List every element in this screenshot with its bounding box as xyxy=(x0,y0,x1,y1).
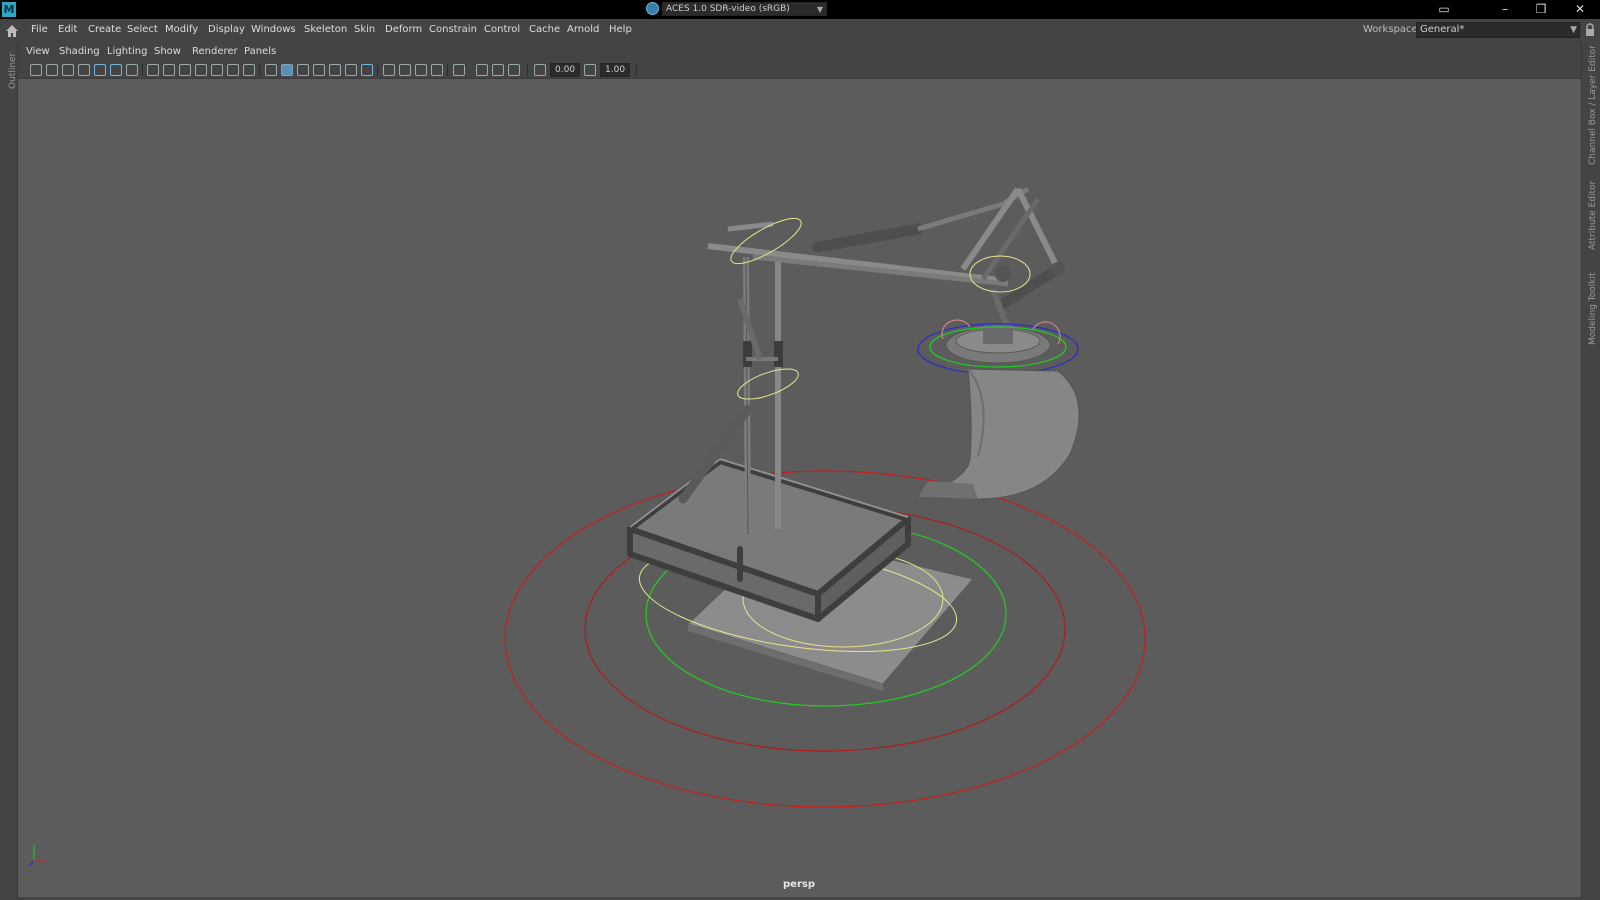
panel-menu-lighting[interactable]: Lighting xyxy=(107,46,147,57)
film-gate-icon[interactable] xyxy=(163,64,175,76)
viewport-scene xyxy=(504,186,1146,808)
color-space-value: ACES 1.0 SDR-video (sRGB) xyxy=(666,4,790,14)
app-logo: M xyxy=(2,2,16,17)
panel-menubar: View Shading Lighting Show Renderer Pane… xyxy=(18,43,1581,61)
menu-display[interactable]: Display xyxy=(208,24,245,35)
gamma-field[interactable]: 1.00 xyxy=(600,63,630,77)
panel-menu-renderer[interactable]: Renderer xyxy=(192,46,238,57)
safe-action-icon[interactable] xyxy=(227,64,239,76)
image-plane-icon[interactable] xyxy=(78,64,90,76)
field-chart-icon[interactable] xyxy=(211,64,223,76)
ambient-occlusion-icon[interactable] xyxy=(361,64,373,76)
smooth-shade-icon[interactable] xyxy=(281,64,293,76)
panel-toolbar: 0.00 1.00 xyxy=(18,61,1581,79)
boom[interactable] xyxy=(707,186,1030,287)
menu-file[interactable]: File xyxy=(31,24,48,35)
camera-attributes-icon[interactable] xyxy=(46,64,58,76)
wireframe-icon[interactable] xyxy=(265,64,277,76)
panel-menu-show[interactable]: Show xyxy=(154,46,181,57)
outliner-tab-label: Outliner xyxy=(8,52,18,89)
backface-culling-icon[interactable] xyxy=(508,64,520,76)
menu-cache[interactable]: Cache xyxy=(529,24,560,35)
menu-help[interactable]: Help xyxy=(609,24,632,35)
toolbar-divider xyxy=(142,64,143,76)
menu-windows[interactable]: Windows xyxy=(251,24,296,35)
select-camera-icon[interactable] xyxy=(30,64,42,76)
menu-constrain[interactable]: Constrain xyxy=(429,24,477,35)
draw-tool-icon[interactable] xyxy=(126,64,138,76)
resolution-gate-icon[interactable] xyxy=(179,64,191,76)
toolbar-divider xyxy=(259,64,260,76)
toolbar-divider xyxy=(636,64,637,76)
right-panel-strip xyxy=(1581,43,1600,900)
menu-select[interactable]: Select xyxy=(127,24,158,35)
panel-menu-shading[interactable]: Shading xyxy=(59,46,100,57)
color-management-icon[interactable] xyxy=(646,2,659,15)
minimize-button[interactable]: – xyxy=(1487,0,1523,19)
exposure-icon[interactable] xyxy=(534,64,546,76)
menu-deform[interactable]: Deform xyxy=(385,24,422,35)
exposure-field[interactable]: 0.00 xyxy=(550,63,580,77)
workspace-value: General* xyxy=(1420,24,1465,35)
grid-icon[interactable] xyxy=(147,64,159,76)
safe-title-icon[interactable] xyxy=(243,64,255,76)
use-all-lights-icon[interactable] xyxy=(329,64,341,76)
perspective-viewport[interactable]: persp xyxy=(18,79,1581,897)
menu-edit[interactable]: Edit xyxy=(58,24,77,35)
bucket[interactable] xyxy=(917,368,1080,500)
shadows-icon[interactable] xyxy=(345,64,357,76)
close-button[interactable]: ✕ xyxy=(1562,0,1598,19)
menu-arnold[interactable]: Arnold xyxy=(567,24,599,35)
modeling-toolkit-tab[interactable]: Modeling Toolkit xyxy=(1588,272,1598,345)
toolbar-divider xyxy=(447,64,448,76)
attribute-editor-tab[interactable]: Attribute Editor xyxy=(1588,181,1598,250)
panel-menu-view[interactable]: View xyxy=(26,46,50,57)
xray-icon[interactable] xyxy=(453,64,465,76)
wireframe-on-shaded-icon[interactable] xyxy=(297,64,309,76)
2d-pan-zoom-icon[interactable] xyxy=(110,64,122,76)
workspace-dropdown[interactable]: General* ▼ xyxy=(1416,22,1580,38)
xray-active-icon[interactable] xyxy=(492,64,504,76)
chevron-down-icon: ▼ xyxy=(1570,25,1577,35)
main-menubar: File Edit Create Select Modify Display W… xyxy=(0,19,1600,43)
camera-name-label: persp xyxy=(783,879,815,890)
maya-window-icon[interactable]: ▭ xyxy=(1426,0,1462,19)
xray-joints-icon[interactable] xyxy=(476,64,488,76)
restore-button[interactable]: ❐ xyxy=(1523,0,1559,19)
home-icon[interactable] xyxy=(4,23,20,39)
depth-of-field-icon[interactable] xyxy=(415,64,427,76)
lock-icon[interactable] xyxy=(1585,23,1595,37)
panel-menu-panels[interactable]: Panels xyxy=(244,46,276,57)
menu-skin[interactable]: Skin xyxy=(354,24,375,35)
outliner-tab[interactable]: Outliner xyxy=(1,49,18,94)
menu-skeleton[interactable]: Skeleton xyxy=(304,24,347,35)
grease-pencil-icon[interactable] xyxy=(94,64,106,76)
menu-create[interactable]: Create xyxy=(88,24,121,35)
gate-mask-icon[interactable] xyxy=(195,64,207,76)
menu-control[interactable]: Control xyxy=(484,24,520,35)
left-panel-strip xyxy=(0,43,18,900)
textured-icon[interactable] xyxy=(313,64,325,76)
anti-aliasing-icon[interactable] xyxy=(399,64,411,76)
toolbar-divider xyxy=(527,64,528,76)
channel-box-tab[interactable]: Channel Box / Layer Editor xyxy=(1588,45,1598,165)
axis-gizmo xyxy=(28,845,46,867)
chevron-down-icon: ▼ xyxy=(816,5,823,14)
bookmark-icon[interactable] xyxy=(62,64,74,76)
motion-blur-icon[interactable] xyxy=(383,64,395,76)
color-space-dropdown[interactable]: ACES 1.0 SDR-video (sRGB) ▼ xyxy=(662,2,827,16)
menu-modify[interactable]: Modify xyxy=(165,24,198,35)
gamma-icon[interactable] xyxy=(584,64,596,76)
isolate-select-icon[interactable] xyxy=(431,64,443,76)
workspace-label: Workspace: xyxy=(1363,24,1422,35)
toolbar-divider xyxy=(377,64,378,76)
